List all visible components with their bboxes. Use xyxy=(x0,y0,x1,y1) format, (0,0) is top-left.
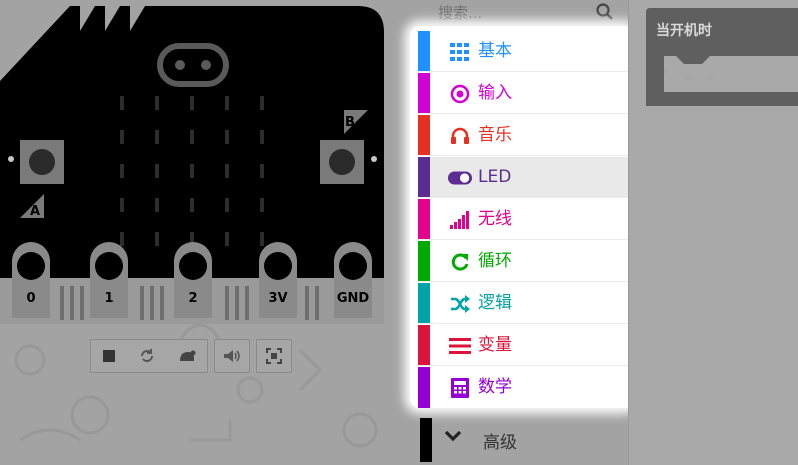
pin-1-label: 1 xyxy=(104,291,113,306)
simulator-toolbar xyxy=(90,339,296,373)
pin-gnd-label: GND xyxy=(337,291,370,306)
simulator-panel: A B 0 1 2 3V GND xyxy=(0,0,408,465)
calculator-icon xyxy=(448,377,472,399)
category-label: 数学 xyxy=(478,377,512,397)
pin-2-label: 2 xyxy=(188,291,197,306)
category-label: LED xyxy=(478,167,512,187)
category-music[interactable]: 音乐 xyxy=(418,115,632,156)
toggle-icon xyxy=(448,167,472,189)
category-label: 循环 xyxy=(478,251,512,271)
category-logic[interactable]: 逻辑 xyxy=(418,283,632,324)
shuffle-icon xyxy=(448,293,472,315)
on-start-block[interactable]: 当开机时 xyxy=(646,8,798,106)
grid-icon xyxy=(448,41,472,63)
chevron-down-icon xyxy=(444,430,462,442)
category-list: 基本 输入 音乐 LED 无线 循环 逻辑 变量 数学 xyxy=(410,26,634,408)
category-led[interactable]: LED xyxy=(418,157,632,198)
pin-1[interactable]: 1 xyxy=(90,242,128,318)
category-color-bar xyxy=(418,283,430,323)
stop-icon xyxy=(103,350,115,362)
category-advanced[interactable]: 高级 xyxy=(408,414,628,462)
microbit-board[interactable]: A B 0 1 2 3V GND xyxy=(0,6,386,324)
restart-icon xyxy=(141,349,153,362)
category-label: 基本 xyxy=(478,41,512,61)
list-icon xyxy=(448,335,472,357)
fullscreen-group xyxy=(256,339,292,373)
search-input[interactable]: 搜索... xyxy=(438,2,482,23)
toolbox: 搜索... 基本 输入 音乐 LED 无线 循环 逻辑 变量 数学 高级 xyxy=(408,0,634,465)
fullscreen-button[interactable] xyxy=(260,340,288,372)
pin-2[interactable]: 2 xyxy=(174,242,212,318)
category-color-bar xyxy=(418,157,430,197)
category-color-bar xyxy=(418,115,430,155)
category-label: 变量 xyxy=(478,335,512,355)
mute-button[interactable] xyxy=(218,340,246,372)
category-variables[interactable]: 变量 xyxy=(418,325,632,366)
mute-icon xyxy=(224,350,240,362)
category-label: 无线 xyxy=(478,209,512,229)
refresh-icon xyxy=(448,251,472,273)
category-basic[interactable]: 基本 xyxy=(418,31,632,72)
fullscreen-icon xyxy=(266,348,282,364)
mute-group xyxy=(214,339,250,373)
slow-motion-button[interactable] xyxy=(173,340,201,372)
category-color-bar xyxy=(418,31,430,71)
category-input[interactable]: 输入 xyxy=(418,73,632,114)
target-icon xyxy=(448,83,472,105)
restart-button[interactable] xyxy=(133,340,161,372)
block-workspace[interactable]: 当开机时 xyxy=(628,0,798,465)
category-color-bar xyxy=(418,367,430,408)
category-color-bar xyxy=(420,418,432,462)
stop-button[interactable] xyxy=(95,340,123,372)
simulator-main-controls xyxy=(90,339,208,373)
slow-motion-icon xyxy=(180,350,196,361)
button-b-label: B xyxy=(345,115,355,130)
category-label: 音乐 xyxy=(478,125,512,145)
category-loops[interactable]: 循环 xyxy=(418,241,632,282)
pin-3v-label: 3V xyxy=(268,291,287,306)
pin-3v[interactable]: 3V xyxy=(259,242,297,318)
button-a-label: A xyxy=(30,204,40,219)
category-label: 输入 xyxy=(478,83,512,103)
category-color-bar xyxy=(418,199,430,239)
category-color-bar xyxy=(418,73,430,113)
category-label: 高级 xyxy=(483,433,517,453)
pin-gnd[interactable]: GND xyxy=(334,242,372,318)
pin-0-label: 0 xyxy=(26,291,35,306)
category-radio[interactable]: 无线 xyxy=(418,199,632,240)
pin-0[interactable]: 0 xyxy=(12,242,50,318)
category-label: 逻辑 xyxy=(478,293,512,313)
search-icon[interactable] xyxy=(596,3,614,21)
category-color-bar xyxy=(418,241,430,281)
signal-icon xyxy=(448,209,472,231)
category-math[interactable]: 数学 xyxy=(418,367,632,408)
category-color-bar xyxy=(418,325,430,365)
on-start-label: 当开机时 xyxy=(656,23,712,39)
toolbox-search[interactable]: 搜索... xyxy=(408,0,628,26)
headphones-icon xyxy=(448,125,472,147)
